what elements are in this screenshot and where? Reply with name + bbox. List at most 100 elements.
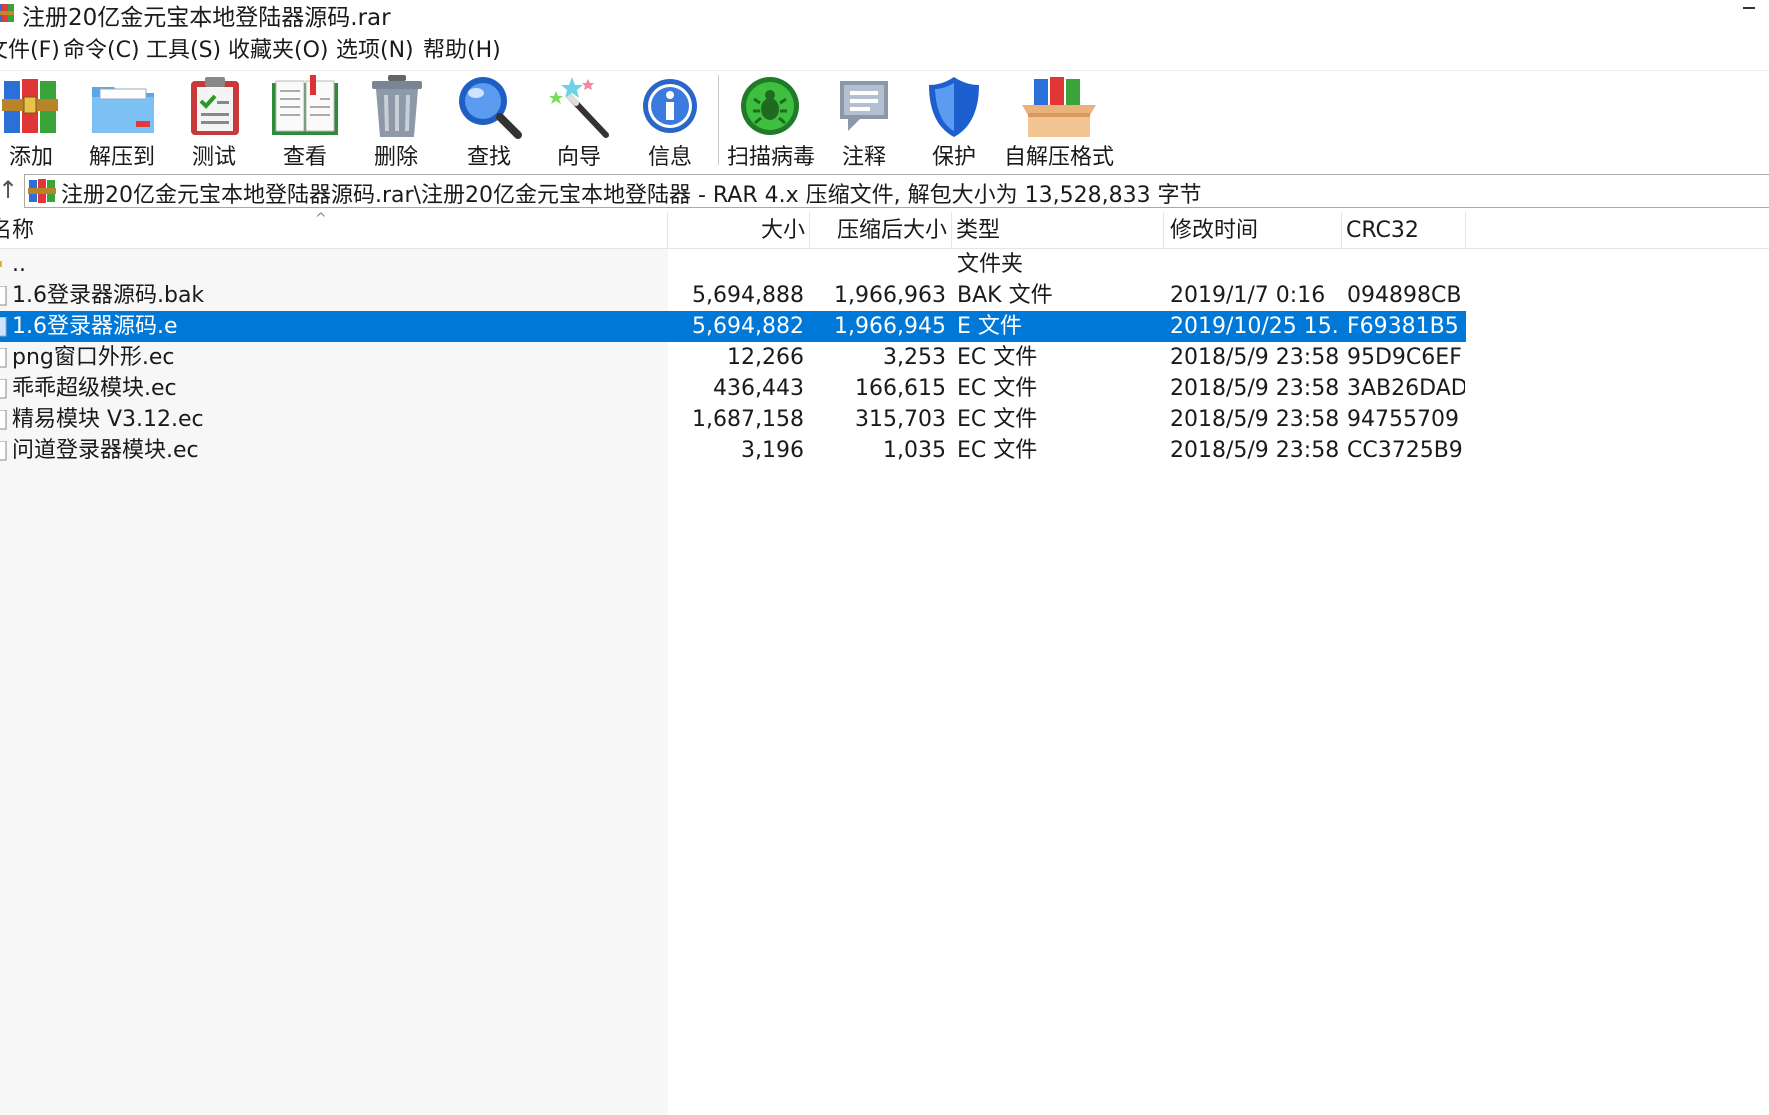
comment-label: 注释 <box>841 145 886 170</box>
file-packed-size: 1,966,945 <box>834 314 946 339</box>
file-packed-size: 166,615 <box>855 376 946 401</box>
file-modified: 2018/5/9 23:58 <box>1170 376 1340 401</box>
find-label: 查找 <box>466 145 511 170</box>
file-name: .. <box>12 252 26 277</box>
file-crc: 094898CB <box>1347 283 1462 308</box>
scan-virus-label: 扫描病毒 <box>726 145 815 170</box>
info-label: 信息 <box>647 145 692 170</box>
file-icon <box>0 378 7 405</box>
list-item[interactable]: png窗口外形.ec 12,266 3,253 EC 文件 2018/5/9 2… <box>0 342 1466 373</box>
sort-ascending-icon: ^ <box>315 211 327 227</box>
column-header-name[interactable]: 名称 <box>0 212 668 248</box>
column-header-crc[interactable]: CRC32 <box>1342 212 1466 248</box>
file-name: png窗口外形.ec <box>12 345 175 370</box>
protect-label: 保护 <box>931 145 976 170</box>
column-header-row: 名称 ^ 大小 压缩后大小 类型 修改时间 CRC32 <box>0 212 1769 249</box>
column-header-size[interactable]: 大小 <box>668 212 810 248</box>
file-list: 名称 ^ 大小 压缩后大小 类型 修改时间 CRC32 .. 文件夹 1.6登录… <box>0 212 1769 1115</box>
delete-label: 删除 <box>373 145 418 170</box>
view-book-icon <box>270 75 340 141</box>
menu-tools[interactable]: 工具(S) <box>146 36 221 66</box>
minimize-button[interactable] <box>1729 0 1769 28</box>
wizard-wand-icon <box>546 75 612 143</box>
file-name: 1.6登录器源码.e <box>12 314 178 339</box>
trash-icon <box>370 75 424 143</box>
column-header-modified[interactable]: 修改时间 <box>1164 212 1342 248</box>
scan-virus-button[interactable]: 扫描病毒 <box>726 71 816 171</box>
file-size: 12,266 <box>727 345 804 370</box>
extract-to-label: 解压到 <box>88 145 155 170</box>
comment-icon <box>836 75 892 141</box>
list-item[interactable]: 问道登录器模块.ec 3,196 1,035 EC 文件 2018/5/9 23… <box>0 435 1466 466</box>
file-crc: F69381B5 <box>1347 314 1459 339</box>
file-modified: 2018/5/9 23:58 <box>1170 345 1340 370</box>
file-crc: 95D9C6EF <box>1347 345 1462 370</box>
magnifier-icon <box>456 75 522 143</box>
file-name: 问道登录器模块.ec <box>12 438 199 463</box>
file-icon <box>0 285 7 312</box>
list-item-selected[interactable]: 1.6登录器源码.e 5,694,882 1,966,945 E 文件 2019… <box>0 311 1466 342</box>
info-button[interactable]: 信息 <box>640 71 700 171</box>
file-crc: 3AB26DAD <box>1347 376 1465 401</box>
file-icon <box>0 316 7 343</box>
file-packed-size: 1,035 <box>883 438 946 463</box>
list-item[interactable]: 精易模块 V3.12.ec 1,687,158 315,703 EC 文件 20… <box>0 404 1466 435</box>
add-label: 添加 <box>8 145 53 170</box>
test-button[interactable]: 测试 <box>184 71 244 171</box>
address-bar: ↑ 注册20亿金元宝本地登陆器源码.rar\注册20亿金元宝本地登陆器 - RA… <box>0 174 1769 210</box>
file-type: EC 文件 <box>957 407 1038 432</box>
menu-favorites[interactable]: 收藏夹(O) <box>228 36 328 66</box>
sfx-button[interactable]: 自解压格式 <box>1004 71 1114 171</box>
menu-bar: 文件(F) 命令(C) 工具(S) 收藏夹(O) 选项(N) 帮助(H) <box>0 32 1769 70</box>
menu-commands[interactable]: 命令(C) <box>63 36 140 66</box>
list-item-parent[interactable]: .. 文件夹 <box>0 249 1466 280</box>
path-field[interactable]: 注册20亿金元宝本地登陆器源码.rar\注册20亿金元宝本地登陆器 - RAR … <box>24 174 1769 208</box>
file-modified: 2018/5/9 23:58 <box>1170 438 1340 463</box>
protect-button[interactable]: 保护 <box>924 71 984 171</box>
menu-options[interactable]: 选项(N) <box>336 36 414 66</box>
find-button[interactable]: 查找 <box>456 71 522 171</box>
file-crc: 94755709 <box>1347 407 1459 432</box>
view-button[interactable]: 查看 <box>268 71 342 171</box>
info-icon <box>641 75 699 141</box>
rar-archive-icon <box>27 177 57 209</box>
up-one-level-icon[interactable]: ↑ <box>0 176 18 204</box>
sfx-label: 自解压格式 <box>1004 145 1115 170</box>
delete-button[interactable]: 删除 <box>366 71 426 171</box>
file-type: EC 文件 <box>957 438 1038 463</box>
list-item[interactable]: 1.6登录器源码.bak 5,694,888 1,966,963 BAK 文件 … <box>0 280 1466 311</box>
menu-help[interactable]: 帮助(H) <box>423 36 501 66</box>
file-name: 1.6登录器源码.bak <box>12 283 205 308</box>
file-size: 436,443 <box>713 376 804 401</box>
folder-icon <box>0 261 2 267</box>
column-header-type[interactable]: 类型 <box>952 212 1164 248</box>
file-size: 5,694,882 <box>692 314 804 339</box>
file-type: BAK 文件 <box>957 283 1053 308</box>
file-packed-size: 1,966,963 <box>834 283 946 308</box>
toolbar-separator <box>718 75 719 165</box>
shield-icon <box>927 75 981 143</box>
list-item[interactable]: 乖乖超级模块.ec 436,443 166,615 EC 文件 2018/5/9… <box>0 373 1466 404</box>
file-size: 3,196 <box>741 438 804 463</box>
file-type: 文件夹 <box>957 252 1024 277</box>
toolbar: 添加 解压到 测试 查看 删除 查找 向导 信息 扫描病毒 注释 保护 自解压格… <box>0 70 1769 173</box>
menu-file[interactable]: 文件(F) <box>0 36 60 66</box>
virus-scan-icon <box>738 75 802 141</box>
wizard-label: 向导 <box>556 145 601 170</box>
path-text: 注册20亿金元宝本地登陆器源码.rar\注册20亿金元宝本地登陆器 - RAR … <box>61 183 1202 208</box>
window-title: 注册20亿金元宝本地登陆器源码.rar <box>22 5 391 31</box>
file-size: 5,694,888 <box>692 283 804 308</box>
file-modified: 2019/1/7 0:16 <box>1170 283 1326 308</box>
file-packed-size: 315,703 <box>855 407 946 432</box>
comment-button[interactable]: 注释 <box>834 71 894 171</box>
file-type: EC 文件 <box>957 376 1038 401</box>
wizard-button[interactable]: 向导 <box>546 71 612 171</box>
column-header-packed[interactable]: 压缩后大小 <box>810 212 952 248</box>
file-packed-size: 3,253 <box>883 345 946 370</box>
add-button[interactable]: 添加 <box>0 71 62 171</box>
add-archive-icon <box>2 75 60 141</box>
file-modified: 2019/10/25 15... <box>1170 314 1340 339</box>
file-icon <box>0 409 7 436</box>
test-clipboard-icon <box>187 75 243 141</box>
extract-to-button[interactable]: 解压到 <box>88 71 156 171</box>
